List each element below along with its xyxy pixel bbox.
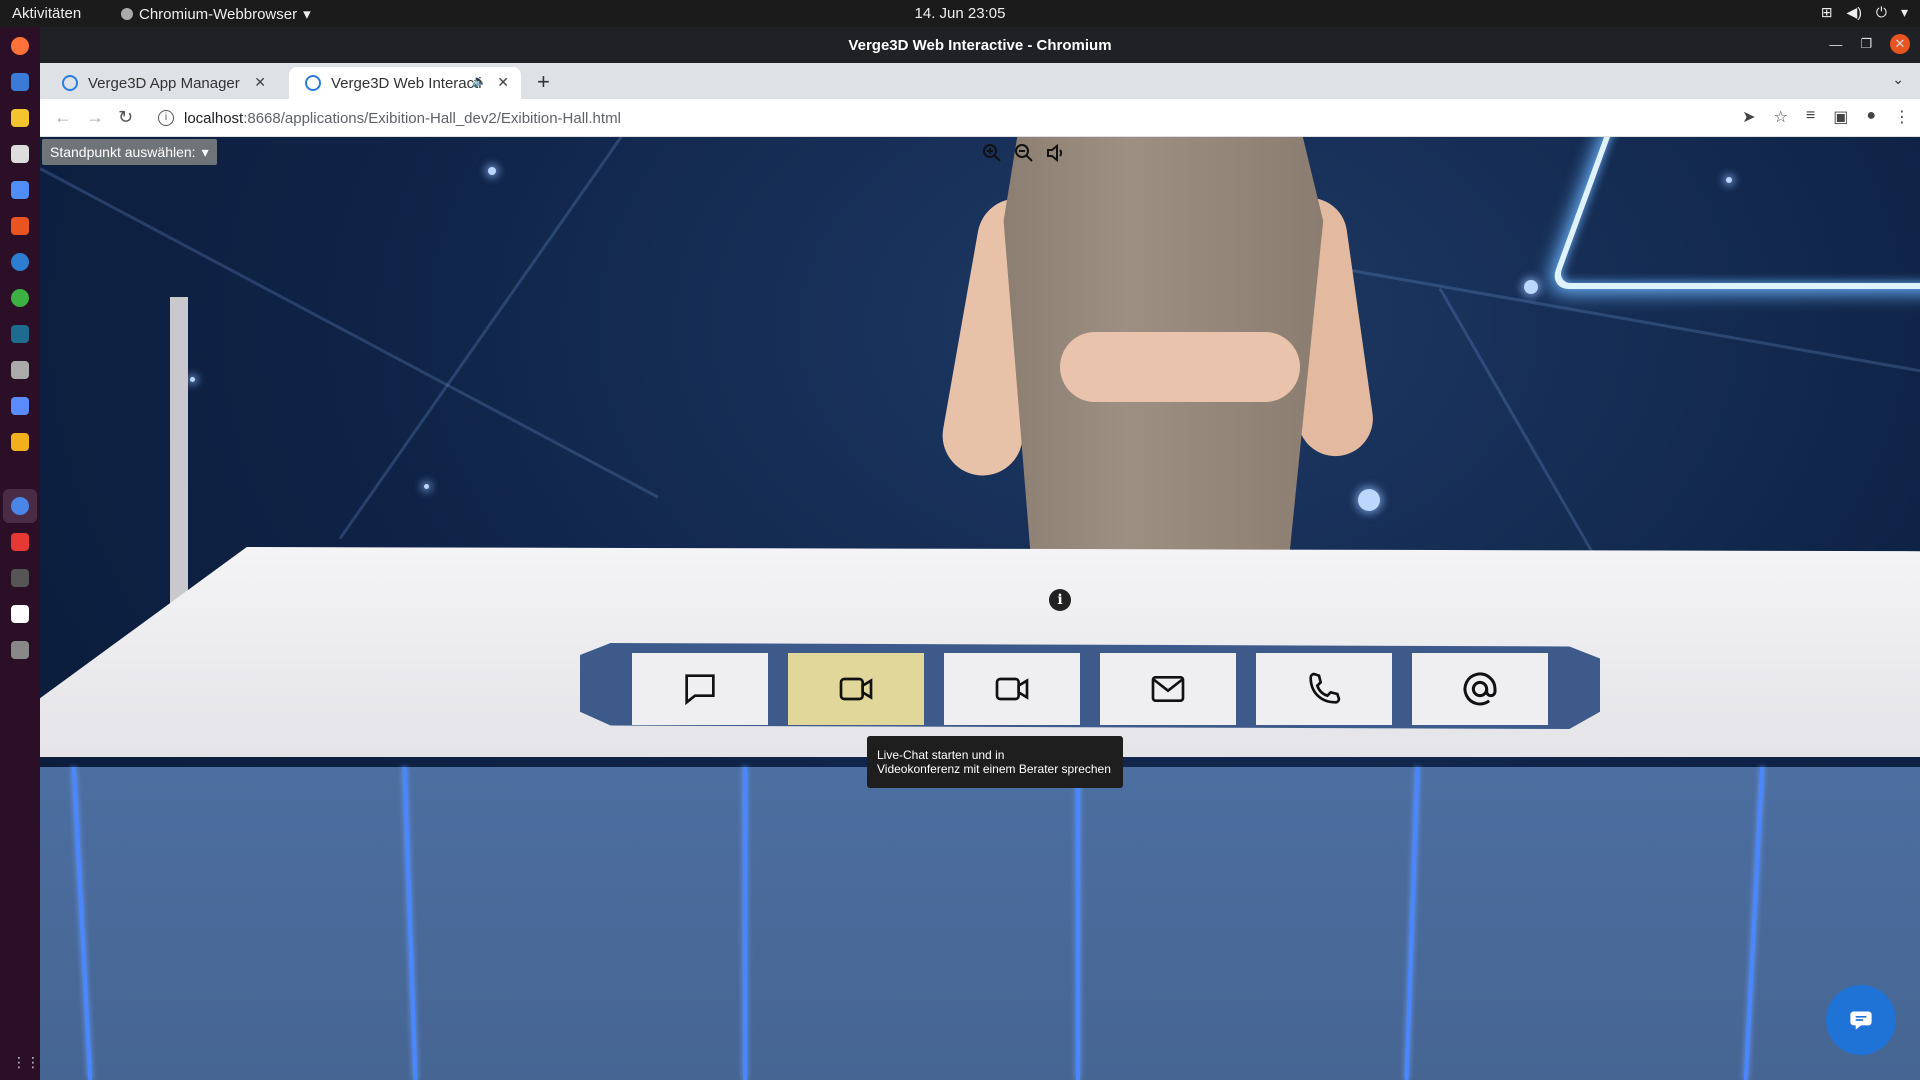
files-icon[interactable] (11, 145, 29, 163)
neon-sign-frame (1548, 137, 1920, 289)
tab-app-manager[interactable]: Verge3D App Manager ✕ (46, 67, 278, 99)
show-apps-icon[interactable]: ⋮⋮ (12, 1054, 40, 1070)
contact-button-bar (580, 643, 1600, 729)
bg-light-dot (1358, 489, 1380, 511)
window-controls: — ❐ ✕ (1829, 34, 1910, 54)
tab-search-button[interactable]: ⌄ (1892, 71, 1904, 88)
tooltip-line: Videokonferenz mit einem Berater spreche… (877, 762, 1111, 776)
window-titlebar: Verge3D Web Interactive - Chromium — ❐ ✕ (40, 27, 1920, 63)
close-tab-icon[interactable]: ✕ (254, 74, 266, 91)
video-chat-button[interactable] (788, 653, 924, 725)
standpoint-select[interactable]: Standpunkt auswählen: ▾ (42, 139, 217, 165)
speaker-icon[interactable] (1044, 141, 1068, 165)
app-icon-green[interactable] (11, 289, 29, 307)
dock: ⋮⋮ (0, 27, 40, 1080)
contact-at-button[interactable] (1412, 653, 1548, 725)
tab-label: Verge3D App Manager (88, 74, 240, 92)
minimize-button[interactable]: — (1829, 37, 1842, 52)
help-icon[interactable] (11, 253, 29, 271)
envelope-icon (1151, 676, 1185, 702)
bg-light-line (338, 137, 629, 540)
tab-label: Verge3D Web Interactive (331, 74, 481, 92)
chromium-icon[interactable] (11, 497, 29, 515)
desk-light-strip (1076, 767, 1080, 1080)
chat-button[interactable] (632, 653, 768, 725)
new-tab-button[interactable]: + (537, 69, 550, 95)
address-bar[interactable]: i localhost:8668/applications/Exibition-… (148, 103, 1780, 133)
media-controls-icon[interactable]: ≡ (1806, 107, 1815, 127)
bg-light-dot (1524, 280, 1538, 294)
email-button[interactable] (1100, 653, 1236, 725)
app-icon-blue[interactable] (11, 397, 29, 415)
reload-button[interactable]: ↻ (118, 107, 133, 128)
chevron-down-icon: ▾ (201, 143, 209, 160)
url-host: localhost (184, 109, 244, 127)
window-title: Verge3D Web Interactive - Chromium (848, 37, 1112, 54)
app-icon-teal[interactable] (11, 325, 29, 343)
video-conference-button[interactable] (944, 653, 1080, 725)
chat-widget-icon (1850, 1011, 1872, 1030)
system-tray[interactable]: ⊞ ◀) ⏻ ▾ (1821, 4, 1908, 21)
phone-button[interactable] (1256, 653, 1392, 725)
zoom-in-icon[interactable] (980, 141, 1004, 165)
os-top-bar: Aktivitäten Chromium-Webbrowser ▾ 14. Ju… (0, 0, 1920, 27)
tab-strip: Verge3D App Manager ✕ Verge3D Web Intera… (40, 63, 1920, 99)
writer-icon[interactable] (11, 181, 29, 199)
network-icon: ⊞ (1820, 4, 1833, 20)
desk-light-strip (743, 767, 747, 1080)
toolbar-actions: ➤ ☆ ≡ ▣ ● ⋮ (1742, 107, 1910, 127)
video-chat-tooltip: Live-Chat starten und in Videokonferenz … (867, 736, 1123, 788)
chat-bubble-icon (685, 674, 715, 706)
live-chat-widget-button[interactable] (1826, 985, 1896, 1055)
reception-desk-front (40, 767, 1920, 1080)
info-icon[interactable]: i (1049, 589, 1071, 611)
terminal-icon[interactable] (11, 569, 29, 587)
phone-icon (1309, 672, 1341, 704)
bookmark-star-icon[interactable]: ☆ (1774, 107, 1788, 127)
bg-light-dot (488, 167, 496, 175)
presenter-hands (1060, 332, 1300, 402)
menu-kebab-icon[interactable]: ⋮ (1894, 107, 1910, 127)
software-icon[interactable] (11, 217, 29, 235)
site-info-icon[interactable]: i (158, 110, 174, 126)
app-icon-game[interactable] (11, 361, 29, 379)
thunderbird-icon[interactable] (11, 73, 29, 91)
volume-icon: ◀) (1846, 4, 1862, 20)
app-icon-red[interactable] (11, 533, 29, 551)
verge3d-favicon-icon (305, 75, 321, 91)
audio-playing-icon[interactable]: 🔈 (472, 74, 487, 88)
firefox-icon[interactable] (11, 37, 29, 55)
viewer-controls (980, 141, 1068, 165)
video-camera-icon (995, 677, 1029, 701)
verge3d-favicon-icon (62, 75, 78, 91)
power-icon: ⏻ (1875, 4, 1887, 20)
chevron-down-icon: ▾ (1900, 4, 1908, 20)
tooltip-line: Live-Chat starten und in (877, 748, 1005, 762)
forward-button[interactable]: → (86, 107, 104, 128)
browser-toolbar: ← → ↻ i localhost:8668/applications/Exib… (40, 99, 1920, 137)
bg-light-dot (424, 484, 429, 489)
zoom-out-icon[interactable] (1012, 141, 1036, 165)
close-window-button[interactable]: ✕ (1890, 34, 1910, 54)
drive-icon[interactable] (11, 641, 29, 659)
video-camera-icon (839, 677, 873, 701)
back-button[interactable]: ← (54, 107, 72, 128)
clock[interactable]: 14. Jun 23:05 (0, 5, 1920, 22)
standpoint-select-label: Standpunkt auswählen: (50, 144, 196, 160)
bg-light-dot (190, 377, 195, 382)
rhythmbox-icon[interactable] (11, 109, 29, 127)
close-tab-icon[interactable]: ✕ (497, 74, 509, 91)
send-icon[interactable]: ➤ (1742, 107, 1755, 127)
at-sign-icon (1463, 672, 1497, 706)
side-panel-icon[interactable]: ▣ (1833, 107, 1848, 127)
maximize-button[interactable]: ❐ (1860, 36, 1872, 52)
profile-avatar-icon[interactable]: ● (1866, 107, 1876, 127)
text-editor-icon[interactable] (11, 605, 29, 623)
url-path: :8668/applications/Exibition-Hall_dev2/E… (243, 109, 621, 127)
app-icon-yellow[interactable] (11, 433, 29, 451)
tab-web-interactive[interactable]: Verge3D Web Interactive 🔈 ✕ (289, 67, 521, 99)
verge3d-canvas[interactable]: i Live-Chat starten und in Videokonferen… (40, 137, 1920, 1080)
